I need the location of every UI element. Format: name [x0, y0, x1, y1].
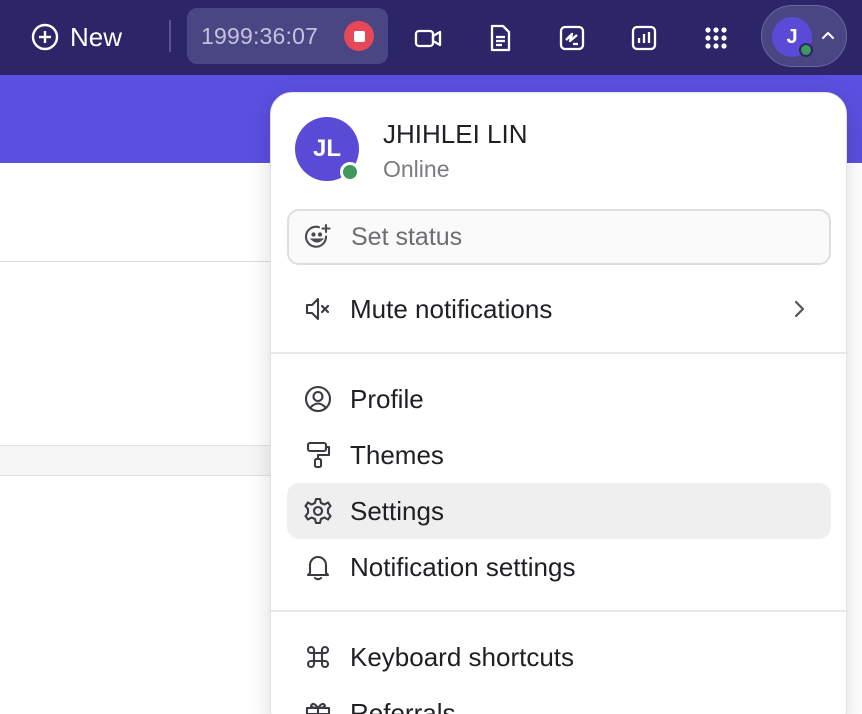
- emoji-plus-icon: [305, 223, 331, 248]
- menu-item-keyboard-shortcuts[interactable]: Keyboard shortcuts: [287, 629, 831, 685]
- background-divider: [0, 261, 280, 262]
- chevron-up-icon: [822, 32, 834, 39]
- menu-item-notification-settings[interactable]: Notification settings: [287, 539, 831, 595]
- user-name: JHIHLEI LIN: [383, 119, 528, 149]
- dashboard-button[interactable]: [624, 18, 664, 58]
- mute-notifications-item[interactable]: Mute notifications: [287, 281, 831, 337]
- timer-text: 1999:36:07: [201, 22, 319, 49]
- menu-item-themes[interactable]: Themes: [287, 427, 831, 483]
- gift-icon: [303, 698, 333, 714]
- apps-button[interactable]: [696, 18, 736, 58]
- mute-notifications-label: Mute notifications: [350, 293, 553, 324]
- dashboard-icon: [631, 25, 657, 51]
- plus-circle-icon: [31, 23, 59, 51]
- whiteboard-icon: [559, 25, 585, 51]
- docs-button[interactable]: [480, 18, 520, 58]
- command-icon: [303, 642, 333, 672]
- new-button-label: New: [70, 21, 123, 52]
- menu-item-label: Keyboard shortcuts: [350, 641, 575, 672]
- user-menu-button[interactable]: J: [761, 5, 847, 67]
- online-status-dot: [340, 162, 360, 182]
- background-row-strip: [0, 445, 280, 476]
- mute-speaker-icon: [303, 294, 333, 324]
- toolbar-divider: [169, 20, 171, 52]
- menu-item-referrals[interactable]: Referrals: [287, 685, 831, 714]
- menu-item-label: Referrals: [350, 697, 456, 714]
- profile-menu: JL JHIHLEI LIN Online Set status Mute no…: [270, 92, 848, 714]
- menu-item-label: Themes: [350, 439, 444, 470]
- stop-icon: [353, 30, 365, 42]
- bell-icon: [303, 552, 333, 582]
- online-indicator: [799, 43, 813, 57]
- set-status-input[interactable]: Set status: [287, 209, 831, 265]
- menu-item-profile[interactable]: Profile: [287, 371, 831, 427]
- video-button[interactable]: [408, 18, 448, 58]
- menu-item-label: Settings: [350, 495, 444, 526]
- menu-item-label: Profile: [350, 383, 424, 414]
- profile-icon: [303, 384, 333, 414]
- whiteboard-button[interactable]: [552, 18, 592, 58]
- gear-icon: [303, 496, 333, 526]
- menu-divider: [271, 610, 848, 612]
- menu-item-label: Notification settings: [350, 551, 576, 582]
- document-icon: [490, 24, 511, 52]
- time-tracker[interactable]: 1999:36:07: [187, 8, 388, 64]
- apps-grid-icon: [705, 27, 727, 49]
- menu-item-settings[interactable]: Settings: [287, 483, 831, 539]
- top-bar: New 1999:36:07 J: [0, 0, 862, 75]
- video-icon: [414, 29, 442, 48]
- stop-timer-button[interactable]: [344, 21, 374, 51]
- new-button[interactable]: New: [30, 18, 122, 56]
- user-status: Online: [383, 156, 450, 182]
- menu-divider: [271, 352, 848, 354]
- set-status-placeholder: Set status: [351, 222, 463, 251]
- paint-roller-icon: [303, 440, 333, 470]
- chevron-right-icon: [794, 300, 805, 318]
